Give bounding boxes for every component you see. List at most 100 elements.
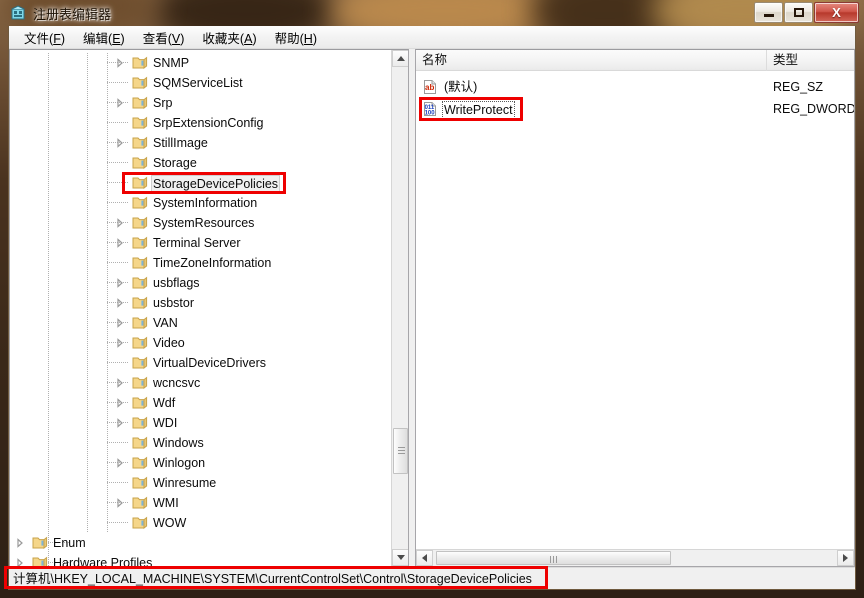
list-horizontal-scrollbar[interactable] [416,549,854,566]
tree-guide-line [107,273,108,293]
svg-text:ab: ab [425,83,434,92]
menu-bar: 文件(F) 编辑(E) 查看(V) 收藏夹(A) 帮助(H) [9,26,855,49]
folder-icon [132,55,148,70]
scrollbar-grip-horizontal-icon [549,556,558,563]
tree-item-srpextensionconfig[interactable]: SrpExtensionConfig [10,113,392,133]
list-scroll-right-button[interactable] [837,550,854,566]
chevron-right-icon[interactable] [115,498,125,508]
tree-item-label: Wdf [153,396,176,410]
registry-tree[interactable]: SNMP SQMServiceList Srp SrpExtensionConfig S… [10,50,392,566]
close-button[interactable]: X [814,2,859,23]
menu-view[interactable]: 查看(V) [134,26,194,50]
tree-item-label: SQMServiceList [153,76,243,90]
minimize-button[interactable] [754,2,783,23]
registry-values-pane[interactable]: 名称 类型 ab (默认) REG_SZ 011 100 WriteProtec… [415,49,855,567]
list-scroll-left-button[interactable] [416,550,433,566]
tree-item-video[interactable]: Video [10,333,392,353]
folder-icon [132,115,148,130]
menu-edit[interactable]: 编辑(E) [74,26,134,50]
tree-item-timezoneinformation[interactable]: TimeZoneInformation [10,253,392,273]
tree-guide-line [87,313,88,333]
registry-tree-pane[interactable]: SNMP SQMServiceList Srp SrpExtensionConfig S… [9,49,409,567]
tree-item-wmi[interactable]: WMI [10,493,392,513]
tree-guide-line [87,73,88,93]
tree-item-enum[interactable]: Enum [10,533,392,553]
chevron-right-icon[interactable] [115,238,125,248]
tree-scroll-up-button[interactable] [392,50,408,67]
chevron-right-icon[interactable] [115,418,125,428]
menu-help[interactable]: 帮助(H) [266,26,326,50]
folder-icon [132,455,148,470]
tree-item-usbflags[interactable]: usbflags [10,273,392,293]
chevron-right-icon[interactable] [15,538,25,548]
maximize-button[interactable] [784,2,813,23]
tree-item-terminal-server[interactable]: Terminal Server [10,233,392,253]
menu-favorites[interactable]: 收藏夹(A) [193,26,265,50]
chevron-right-icon[interactable] [115,278,125,288]
tree-item-label: VAN [153,316,178,330]
folder-icon [132,295,148,310]
tree-guide-line [48,93,49,113]
tree-guide-line [87,93,88,113]
tree-item-storagedevicepolicies[interactable]: StorageDevicePolicies [10,173,392,193]
value-name-writeprotect: WriteProtect [442,101,515,119]
tree-guide-line [48,73,49,93]
tree-item-hardware-profiles[interactable]: Hardware Profiles [10,553,392,566]
column-header-type[interactable]: 类型 [767,50,854,71]
tree-scrollbar-thumb[interactable] [393,428,408,474]
tree-guide-line [87,213,88,233]
tree-guide-connector [107,522,129,523]
chevron-right-icon[interactable] [115,458,125,468]
column-header-name[interactable]: 名称 [416,50,767,71]
list-scrollbar-thumb[interactable] [436,551,671,565]
value-type-default: REG_SZ [773,80,824,94]
tree-item-systeminformation[interactable]: SystemInformation [10,193,392,213]
tree-guide-line [87,373,88,393]
tree-item-storage[interactable]: Storage [10,153,392,173]
title-bar[interactable]: 注册表编辑器 X [0,0,864,26]
client-area: 文件(F) 编辑(E) 查看(V) 收藏夹(A) 帮助(H) SNMP SQMSe… [8,26,856,590]
chevron-right-icon[interactable] [115,398,125,408]
tree-item-wow[interactable]: WOW [10,513,392,533]
tree-item-srp[interactable]: Srp [10,93,392,113]
tree-guide-line [48,413,49,433]
tree-item-van[interactable]: VAN [10,313,392,333]
tree-guide-line [48,393,49,413]
chevron-right-icon[interactable] [115,98,125,108]
tree-item-wdf[interactable]: Wdf [10,393,392,413]
tree-guide-line [87,153,88,173]
tree-vertical-scrollbar[interactable] [391,50,408,566]
value-row-default[interactable]: ab (默认) REG_SZ [416,76,854,98]
chevron-right-icon[interactable] [15,558,25,566]
chevron-right-icon[interactable] [115,318,125,328]
tree-item-systemresources[interactable]: SystemResources [10,213,392,233]
tree-item-sqmservicelist[interactable]: SQMServiceList [10,73,392,93]
tree-guide-line [107,73,108,93]
tree-guide-line [48,53,49,73]
registry-editor-window: 注册表编辑器 X 文件(F) 编辑(E) 查看(V) 收藏夹(A) 帮助(H) … [0,0,864,598]
tree-guide-line [48,173,49,193]
chevron-right-icon[interactable] [115,58,125,68]
dword-value-icon: 011 100 [422,101,438,117]
tree-item-usbstor[interactable]: usbstor [10,293,392,313]
chevron-right-icon[interactable] [115,298,125,308]
tree-item-virtualdevicedrivers[interactable]: VirtualDeviceDrivers [10,353,392,373]
tree-item-stillimage[interactable]: StillImage [10,133,392,153]
tree-item-wdi[interactable]: WDI [10,413,392,433]
tree-item-winresume[interactable]: Winresume [10,473,392,493]
tree-item-winlogon[interactable]: Winlogon [10,453,392,473]
chevron-right-icon[interactable] [115,338,125,348]
tree-item-windows[interactable]: Windows [10,433,392,453]
folder-icon [132,135,148,150]
chevron-left-icon [422,554,427,562]
chevron-right-icon[interactable] [115,138,125,148]
folder-icon [132,315,148,330]
tree-scroll-down-button[interactable] [392,549,408,566]
menu-file[interactable]: 文件(F) [15,26,74,50]
value-row-writeprotect[interactable]: 011 100 WriteProtect REG_DWORD [416,98,854,120]
tree-guide-line [87,273,88,293]
tree-item-snmp[interactable]: SNMP [10,53,392,73]
tree-item-wcncsvc[interactable]: wcncsvc [10,373,392,393]
chevron-right-icon[interactable] [115,218,125,228]
chevron-right-icon[interactable] [115,378,125,388]
